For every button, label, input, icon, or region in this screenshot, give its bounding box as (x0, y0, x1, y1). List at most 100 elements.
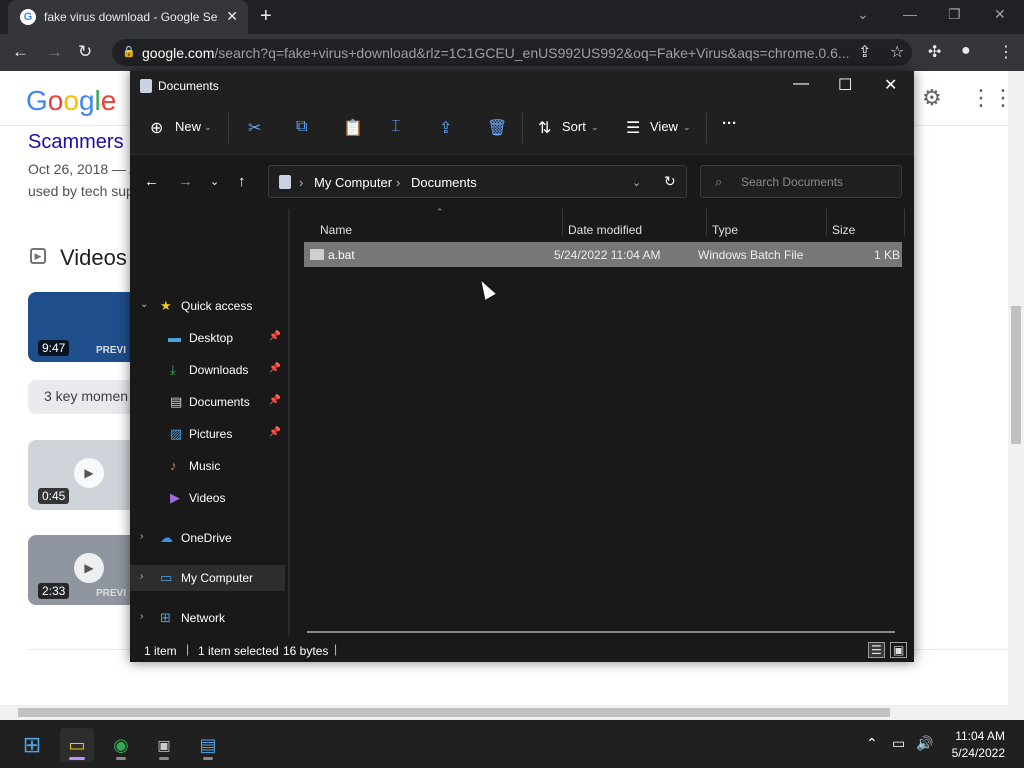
more-options-button[interactable]: ··· (722, 115, 737, 132)
column-divider[interactable] (904, 209, 905, 236)
address-bar[interactable]: 🔒 google.com/search?q=fake+virus+downloa… (112, 39, 912, 66)
paste-icon[interactable]: 📋 (343, 118, 363, 138)
up-arrow-icon[interactable]: ↑ (238, 173, 246, 190)
bookmark-star-icon[interactable]: ☆ (890, 42, 904, 62)
reload-icon[interactable]: ↻ (78, 42, 92, 62)
extensions-icon[interactable]: ✣ (928, 42, 941, 62)
nav-label: Music (189, 459, 221, 473)
settings-gear-icon[interactable]: ⚙ (922, 85, 942, 111)
browser-tab[interactable]: G fake virus download - Google Se ✕ (8, 0, 248, 34)
cut-icon[interactable]: ✂ (248, 118, 261, 138)
delete-icon[interactable]: 🗑 (487, 118, 507, 138)
column-divider[interactable] (826, 209, 827, 236)
file-explorer-taskbar-icon[interactable]: ▭ (60, 728, 94, 762)
restore-browser-button[interactable]: ❐ (948, 6, 961, 23)
nav-downloads[interactable]: ⤓ Downloads 📌 (130, 357, 285, 383)
close-button[interactable]: ✕ (884, 75, 897, 95)
minimize-browser-button[interactable]: — (903, 6, 917, 22)
column-divider[interactable] (706, 209, 707, 236)
explorer-address-bar[interactable]: › My Computer › Documents ⌄ ↻ (268, 165, 687, 198)
recent-locations-chevron-icon[interactable]: ⌄ (210, 175, 219, 188)
sort-button[interactable]: Sort (562, 119, 586, 134)
sort-ascending-icon: ⌃ (436, 207, 444, 217)
back-arrow-icon[interactable]: ← (144, 173, 159, 190)
scrollbar-thumb[interactable] (1011, 306, 1021, 444)
show-hidden-icons-chevron-icon[interactable]: ⌃ (866, 735, 878, 752)
network-status-icon[interactable]: ▭ (892, 735, 905, 752)
nav-quick-access[interactable]: ⌄ ★ Quick access (130, 293, 285, 319)
tab-close-icon[interactable]: ✕ (226, 8, 238, 25)
chevron-right-icon[interactable]: › (140, 571, 143, 582)
google-logo[interactable]: Google (26, 85, 116, 117)
forward-icon[interactable]: → (46, 42, 63, 62)
notepad-taskbar-icon[interactable]: ▤ (191, 728, 225, 762)
refresh-icon[interactable]: ↻ (664, 173, 676, 190)
rename-icon[interactable]: ⌶ (391, 118, 401, 136)
column-header-name[interactable]: Name (320, 223, 352, 237)
nav-documents[interactable]: ▤ Documents 📌 (130, 389, 285, 415)
file-list: ⌃ Name Date modified Type Size a.bat 5/2… (290, 207, 914, 636)
address-row: ← → ⌄ ↑ › My Computer › Documents ⌄ ↻ ⌕ … (130, 155, 914, 209)
play-button-icon: ▶ (74, 458, 104, 488)
column-header-date[interactable]: Date modified (568, 223, 642, 237)
share-icon[interactable]: ⇪ (858, 42, 871, 62)
search-box[interactable]: ⌕ Search Documents (700, 165, 902, 198)
video-thumbnail[interactable]: 9:47 PREVI (28, 292, 138, 362)
nav-videos[interactable]: ▶ Videos (130, 485, 285, 511)
breadcrumb-documents[interactable]: Documents (411, 175, 477, 190)
profile-icon[interactable]: ● (961, 42, 971, 60)
nav-my-computer[interactable]: › ▭ My Computer (130, 565, 285, 591)
documents-icon: ▤ (170, 394, 183, 409)
column-divider[interactable] (562, 209, 563, 236)
scrollbar-thumb[interactable] (18, 708, 890, 717)
volume-icon[interactable]: 🔊 (916, 735, 933, 752)
video-thumbnail[interactable]: ▶ 2:33 PREVI (28, 535, 138, 605)
minimize-button[interactable]: — (793, 75, 809, 93)
back-icon[interactable]: ← (12, 42, 29, 62)
copy-icon[interactable]: ⧉ (296, 118, 307, 136)
explorer-titlebar[interactable]: Documents — ☐ ✕ (130, 71, 914, 101)
close-browser-button[interactable]: ✕ (994, 6, 1006, 23)
nav-network[interactable]: › ⊞ Network (130, 605, 285, 631)
chevron-down-icon[interactable]: ⌄ (140, 299, 148, 310)
page-horizontal-scrollbar[interactable] (0, 705, 1024, 720)
details-view-icon[interactable]: ☰ (868, 642, 885, 658)
new-button[interactable]: New (175, 119, 201, 134)
large-icons-view-icon[interactable]: ▣ (890, 642, 908, 658)
forward-arrow-icon[interactable]: → (178, 173, 193, 190)
terminal-taskbar-icon[interactable]: ▣ (147, 728, 181, 762)
address-history-chevron-icon[interactable]: ⌄ (632, 176, 641, 189)
chevron-right-icon[interactable]: › (140, 611, 143, 622)
breadcrumb-my-computer[interactable]: My Computer (314, 175, 392, 190)
page-vertical-scrollbar[interactable] (1008, 71, 1024, 705)
preview-label: PREVI (96, 588, 127, 599)
new-tab-button[interactable]: + (260, 5, 272, 28)
list-horizontal-scrollbar[interactable] (307, 631, 895, 633)
share-icon[interactable]: ⇪ (439, 118, 452, 138)
column-header-type[interactable]: Type (712, 223, 738, 237)
window-title: Documents (158, 79, 219, 93)
chrome-menu-icon[interactable]: ⋮ (998, 42, 1014, 62)
file-row[interactable]: a.bat 5/24/2022 11:04 AM Windows Batch F… (304, 242, 902, 267)
url-host: google.com (142, 45, 215, 61)
url-path: /search?q=fake+virus+download&rlz=1C1GCE… (214, 45, 850, 61)
key-moments-chip[interactable]: 3 key momen (28, 380, 138, 414)
chevron-right-icon[interactable]: › (140, 531, 143, 542)
nav-desktop[interactable]: ▬ Desktop 📌 (130, 325, 285, 351)
maximize-button[interactable]: ☐ (838, 75, 852, 95)
pin-icon: 📌 (268, 363, 281, 374)
browser-toolbar: ← → ↻ 🔒 google.com/search?q=fake+virus+d… (0, 34, 1024, 71)
result-title[interactable]: Scammers (28, 131, 124, 154)
search-placeholder: Search Documents (741, 175, 844, 189)
chrome-taskbar-icon[interactable]: ◉ (104, 728, 138, 762)
nav-onedrive[interactable]: › ☁ OneDrive (130, 525, 285, 551)
start-windows-icon[interactable]: ⊞ (15, 728, 49, 762)
column-header-size[interactable]: Size (832, 223, 855, 237)
view-button[interactable]: View (650, 119, 678, 134)
nav-label: Documents (189, 395, 250, 409)
nav-music[interactable]: ♪ Music (130, 453, 285, 479)
taskbar-clock[interactable]: 11:04 AM 5/24/2022 (940, 728, 1005, 762)
tab-search-icon[interactable]: ⌄ (857, 6, 869, 23)
nav-pictures[interactable]: ▨ Pictures 📌 (130, 421, 285, 447)
video-thumbnail[interactable]: ▶ 0:45 (28, 440, 138, 510)
